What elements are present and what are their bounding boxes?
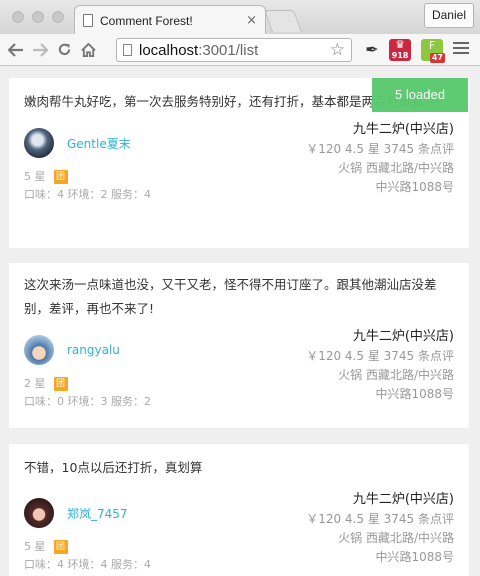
- back-arrow-icon[interactable]: [5, 39, 27, 61]
- red-extension-icon[interactable]: ♛ 918: [389, 39, 411, 61]
- url-text[interactable]: localhost:3001/list: [139, 42, 330, 59]
- shop-address: 中兴路1088号: [375, 387, 454, 401]
- feather-extension-icon[interactable]: ✒: [361, 39, 383, 61]
- reload-icon[interactable]: [53, 39, 75, 61]
- maximize-window-button[interactable]: [52, 11, 64, 23]
- avatar[interactable]: [24, 498, 54, 528]
- tab-close-icon[interactable]: ×: [246, 13, 257, 28]
- page-icon: [123, 44, 132, 56]
- shop-address: 中兴路1088号: [375, 550, 454, 564]
- shop-category: 火锅 西藏北路/中兴路: [338, 368, 454, 382]
- new-tab-button[interactable]: [263, 10, 303, 32]
- group-buy-badge: 团: [53, 540, 68, 554]
- address-bar[interactable]: localhost:3001/list ☆: [116, 38, 352, 62]
- comment-text: 不错，10点以后还打折，真划算: [24, 460, 203, 475]
- window-controls: [12, 11, 64, 23]
- comment-card: 不错，10点以后还打折，真划算 郑岚_7457 5 星 团 口味：4 环境：4 …: [9, 444, 469, 576]
- green-extension-badge: 47: [429, 53, 445, 63]
- shop-category: 火锅 西藏北路/中兴路: [338, 161, 454, 175]
- sub-scores: 口味：4 环境：4 服务：4: [24, 558, 151, 571]
- shop-category: 火锅 西藏北路/中兴路: [338, 531, 454, 545]
- home-icon[interactable]: [77, 39, 99, 61]
- forward-arrow-icon[interactable]: [29, 39, 51, 61]
- star-rating: 5 星: [24, 170, 46, 183]
- comment-card: 这次来汤一点味道也没，又干又老，怪不得不用订座了。跟其他潮汕店没差别，差评，再也…: [9, 263, 469, 428]
- shop-stats: ￥120 4.5 星 3745 条点评: [306, 349, 454, 363]
- minimize-window-button[interactable]: [32, 11, 44, 23]
- shop-name[interactable]: 九牛二炉(中兴店): [306, 490, 454, 510]
- username-link[interactable]: 郑岚_7457: [67, 505, 128, 522]
- url-host: localhost: [139, 41, 199, 59]
- tab-title: Comment Forest!: [100, 13, 193, 28]
- url-path: :3001/list: [198, 41, 259, 59]
- page-icon: [83, 14, 93, 27]
- page-viewport[interactable]: 嫩肉帮牛丸好吃，第一次去服务特别好，还有打折，基本都是两百打折算~ Gentle…: [0, 66, 480, 576]
- red-extension-badge: 918: [391, 51, 409, 60]
- sub-scores: 口味：0 环境：3 服务：2: [24, 395, 151, 408]
- sub-scores: 口味：4 环境：2 服务：4: [24, 188, 151, 201]
- group-buy-badge: 团: [53, 377, 68, 391]
- shop-address: 中兴路1088号: [375, 180, 454, 194]
- extension-glyph-icon: F: [428, 39, 436, 52]
- close-window-button[interactable]: [12, 11, 24, 23]
- extension-glyph-icon: ♛: [395, 38, 405, 51]
- browser-tab[interactable]: Comment Forest! ×: [74, 5, 266, 35]
- browser-toolbar: localhost:3001/list ☆ ✒ ♛ 918 F 47: [0, 34, 480, 66]
- hamburger-menu-icon[interactable]: [453, 42, 469, 57]
- star-rating: 5 星: [24, 540, 46, 553]
- loaded-toast: 5 loaded: [372, 78, 468, 112]
- profile-button[interactable]: Daniel: [423, 3, 474, 28]
- shop-name[interactable]: 九牛二炉(中兴店): [306, 327, 454, 347]
- star-rating: 2 星: [24, 377, 46, 390]
- shop-stats: ￥120 4.5 星 3745 条点评: [306, 142, 454, 156]
- window-titlebar: Comment Forest! × Daniel: [0, 0, 480, 35]
- shop-stats: ￥120 4.5 星 3745 条点评: [306, 512, 454, 526]
- avatar[interactable]: [24, 335, 54, 365]
- green-extension-icon[interactable]: F 47: [421, 39, 445, 63]
- avatar[interactable]: [24, 128, 54, 158]
- username-link[interactable]: rangyalu: [67, 343, 120, 357]
- shop-name[interactable]: 九牛二炉(中兴店): [306, 120, 454, 140]
- username-link[interactable]: Gentle夏末: [67, 135, 131, 152]
- comment-text: 这次来汤一点味道也没，又干又老，怪不得不用订座了。跟其他潮汕店没差别，差评，再也…: [24, 277, 437, 316]
- bookmark-star-icon[interactable]: ☆: [330, 40, 345, 60]
- group-buy-badge: 团: [53, 170, 68, 184]
